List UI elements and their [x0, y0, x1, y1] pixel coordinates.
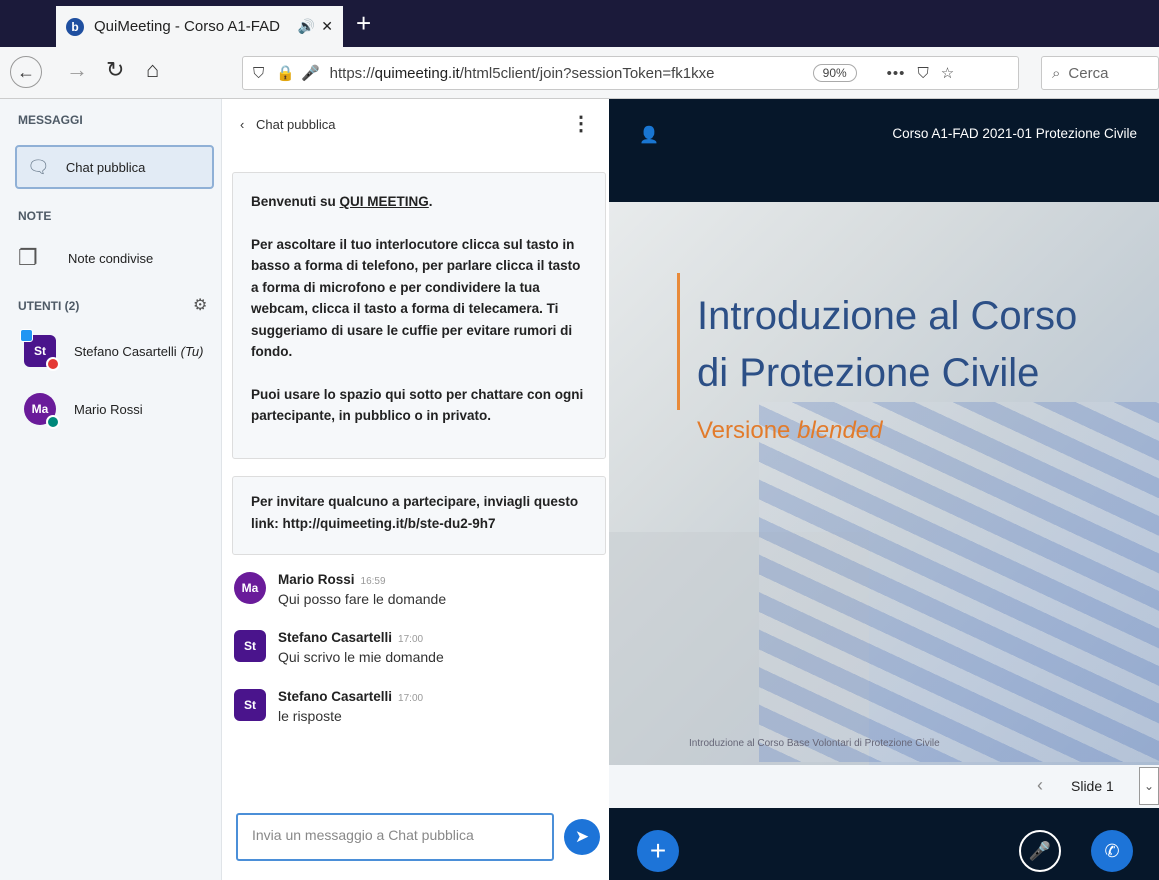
send-button[interactable]: ➤: [564, 819, 600, 855]
chat-message: St Stefano Casartelli 17:00 le risposte: [234, 689, 423, 724]
listen-only-icon: [46, 415, 60, 429]
welcome-brand: QUI MEETING: [339, 194, 429, 209]
slide-navigation: ‹ Slide 1 ⌄: [609, 765, 1159, 808]
user-icon[interactable]: 👤: [639, 125, 659, 145]
mic-permission-icon[interactable]: 🎤: [301, 64, 320, 82]
welcome-instructions: Per ascoltare il tuo interlocutore clicc…: [251, 236, 581, 360]
invite-message: Per invitare qualcuno a partecipare, inv…: [232, 476, 606, 555]
sidebar-item-public-chat[interactable]: 🗨 Chat pubblica: [15, 145, 214, 189]
message-time: 16:59: [360, 576, 386, 587]
slide-selector[interactable]: Slide 1: [1071, 778, 1114, 794]
avatar: Ma: [234, 572, 266, 604]
chat-message-input[interactable]: Invia un messaggio a Chat pubblica: [236, 813, 554, 861]
welcome-chat-hint: Puoi usare lo spazio qui sotto per chatt…: [251, 386, 584, 424]
chat-bubble-icon: 🗨: [27, 156, 50, 177]
phone-icon: ✆: [1104, 840, 1120, 861]
speaker-icon[interactable]: 🔊: [298, 18, 315, 35]
send-icon: ➤: [574, 827, 590, 846]
reload-icon[interactable]: ↻: [106, 57, 124, 83]
message-text: Qui posso fare le domande: [278, 591, 447, 607]
tab-title: QuiMeeting - Corso A1-FAD: [94, 18, 280, 35]
slide-title-line2: di Protezione Civile: [697, 351, 1040, 395]
presentation-header: 👤 Corso A1-FAD 2021-01 Protezione Civile: [609, 99, 1159, 202]
audio-button[interactable]: ✆: [1091, 830, 1133, 872]
avatar: St: [234, 689, 266, 721]
sidebar: MESSAGGI 🗨 Chat pubblica NOTE ❐ Note con…: [0, 99, 222, 880]
zoom-badge[interactable]: 90%: [812, 64, 857, 82]
browser-tab-bar: b QuiMeeting - Corso A1-FAD 🔊 ✕ +: [0, 0, 1159, 47]
url-text[interactable]: https://quimeeting.it/html5client/join?s…: [330, 65, 805, 82]
lock-icon[interactable]: 🔒: [276, 64, 295, 82]
url-bar[interactable]: ⛉ 🔒 🎤 https://quimeeting.it/html5client/…: [242, 56, 1019, 90]
message-text: le risposte: [278, 708, 342, 724]
new-tab-icon[interactable]: +: [356, 8, 371, 39]
chat-panel: ‹ Chat pubblica ⋮ Benvenuti su QUI MEETI…: [222, 99, 609, 880]
mic-button[interactable]: 🎤: [1019, 830, 1061, 872]
shield-icon[interactable]: ⛉: [253, 65, 264, 82]
meeting-title: Corso A1-FAD 2021-01 Protezione Civile: [892, 126, 1137, 141]
message-author: Stefano Casartelli: [278, 630, 393, 645]
chat-back-button[interactable]: ‹ Chat pubblica: [240, 117, 335, 132]
slide-title-line1: Introduzione al Corso: [697, 294, 1078, 338]
favicon-icon: b: [66, 17, 84, 36]
bookmark-star-icon[interactable]: ☆: [941, 64, 954, 82]
pocket-icon[interactable]: ⛉: [917, 65, 928, 82]
chat-options-icon[interactable]: ⋮: [571, 111, 591, 136]
browser-nav-bar: ← → ↻ ⌂ ⛉ 🔒 🎤 https://quimeeting.it/html…: [0, 47, 1159, 99]
message-text: Qui scrivo le mie domande: [278, 649, 444, 665]
back-icon[interactable]: ←: [10, 56, 42, 88]
users-header: UTENTI (2): [18, 299, 80, 313]
user-name: Stefano Casartelli: [74, 343, 177, 359]
plus-icon: +: [649, 835, 667, 866]
sidebar-item-label: Note condivise: [68, 250, 154, 266]
chat-title: Chat pubblica: [255, 117, 336, 132]
slide-subtitle: Versione blended: [697, 417, 883, 444]
chat-message: St Stefano Casartelli 17:00 Qui scrivo le…: [234, 630, 444, 665]
url-path: /html5client/join?sessionToken=fk1kxe: [459, 64, 715, 82]
avatar: St: [20, 329, 60, 371]
presentation-area: 👤 Corso A1-FAD 2021-01 Protezione Civile…: [609, 99, 1159, 880]
user-list-item[interactable]: St Stefano Casartelli (Tu): [20, 329, 204, 371]
mic-off-icon: 🎤: [1028, 840, 1052, 861]
presentation-slide[interactable]: Introduzione al Corso di Protezione Civi…: [609, 202, 1159, 765]
messages-header: MESSAGGI: [18, 113, 83, 127]
url-host: quimeeting.it: [374, 64, 460, 82]
close-tab-icon[interactable]: ✕: [321, 18, 333, 35]
slide-background-tents: [759, 402, 1159, 762]
search-icon: ⌕: [1052, 64, 1061, 82]
user-name: Mario Rossi: [74, 401, 143, 417]
slide-title: Introduzione al Corso di Protezione Civi…: [697, 288, 1077, 402]
user-list-item[interactable]: Ma Mario Rossi: [24, 393, 143, 429]
avatar: St: [234, 630, 266, 662]
gear-icon[interactable]: ⚙: [193, 295, 207, 315]
message-author: Stefano Casartelli: [278, 689, 393, 704]
previous-slide-icon[interactable]: ‹: [1037, 775, 1043, 796]
user-self-tag: (Tu): [180, 343, 204, 359]
slide-accent-bar: [677, 273, 680, 410]
search-placeholder: Cerca: [1068, 64, 1109, 82]
message-author: Mario Rossi: [278, 572, 355, 587]
presenter-icon: [20, 329, 33, 342]
muted-mic-icon: [46, 357, 60, 371]
home-icon[interactable]: ⌂: [146, 57, 159, 83]
url-prefix: https://: [329, 64, 375, 82]
message-time: 17:00: [398, 634, 424, 645]
actions-button[interactable]: +: [637, 830, 679, 872]
more-icon[interactable]: •••: [887, 65, 906, 82]
browser-tab[interactable]: b QuiMeeting - Corso A1-FAD 🔊 ✕: [56, 6, 343, 47]
notes-icon: ❐: [18, 245, 38, 270]
welcome-message: Benvenuti su QUI MEETING. Per ascoltare …: [232, 172, 606, 459]
chevron-left-icon: ‹: [240, 117, 245, 132]
message-time: 17:00: [398, 693, 424, 704]
forward-icon[interactable]: →: [66, 57, 88, 83]
search-box[interactable]: ⌕ Cerca: [1041, 56, 1159, 90]
welcome-intro: Benvenuti su: [251, 194, 340, 209]
chevron-down-icon[interactable]: ⌄: [1139, 767, 1159, 805]
slide-footer: Introduzione al Corso Base Volontari di …: [689, 738, 940, 749]
notes-header: NOTE: [18, 209, 52, 223]
sidebar-item-label: Chat pubblica: [65, 159, 146, 175]
chat-message: Ma Mario Rossi 16:59 Qui posso fare le do…: [234, 572, 446, 607]
avatar: Ma: [24, 393, 60, 429]
sidebar-item-shared-notes[interactable]: ❐ Note condivise: [18, 245, 153, 271]
